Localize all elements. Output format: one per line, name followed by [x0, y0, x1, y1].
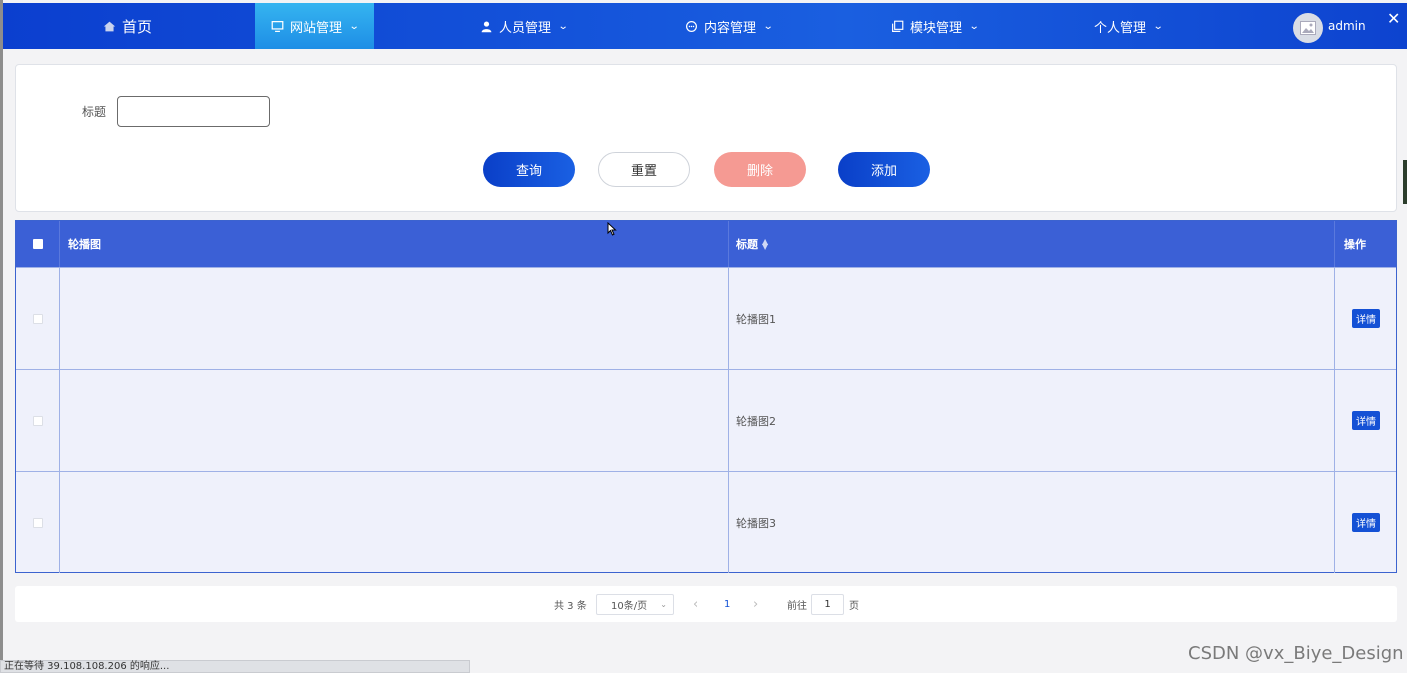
table-header: 轮播图 标题 ▲ ▼ 操作 [16, 221, 1396, 267]
nav-staff-management[interactable]: 人员管理 ⌄ [480, 3, 569, 49]
row-image-cell [59, 370, 728, 471]
row-checkbox-cell [16, 370, 59, 471]
user-icon [481, 20, 492, 32]
header-checkbox-cell [16, 221, 59, 267]
query-button[interactable]: 查询 [483, 152, 575, 187]
total-count: 共 3 条 [554, 600, 587, 612]
row-operation-cell: 详情 [1334, 472, 1397, 573]
row-image-cell [59, 472, 728, 573]
nav-content-management[interactable]: 内容管理 ⌄ [685, 3, 774, 49]
delete-button[interactable]: 删除 [714, 152, 806, 187]
nav-site-management-label: 网站管理 [290, 20, 343, 36]
nav-staff-management-label: 人员管理 [499, 20, 552, 36]
row-checkbox[interactable] [32, 313, 43, 324]
header-title[interactable]: 标题 ▲ ▼ [728, 221, 1334, 267]
copy-icon [892, 20, 904, 32]
row-image-cell [59, 268, 728, 369]
close-icon[interactable]: ✕ [1387, 9, 1400, 28]
row-checkbox[interactable] [32, 517, 43, 528]
browser-status-bar: 正在等待 39.108.108.206 的响应... [0, 660, 470, 673]
watermark: CSDN @vx_Biye_Design [1188, 643, 1404, 664]
detail-button[interactable]: 详情 [1352, 411, 1380, 430]
title-search-input[interactable] [117, 96, 270, 127]
row-title: 轮播图2 [728, 370, 1334, 471]
reset-button[interactable]: 重置 [598, 152, 690, 187]
home-icon [103, 21, 116, 31]
nav-module-management[interactable]: 模块管理 ⌄ [891, 3, 980, 49]
header-title-label: 标题 [736, 238, 758, 251]
row-operation-cell: 详情 [1334, 370, 1397, 471]
title-label: 标题 [82, 105, 107, 119]
table-row: 轮播图1 详情 [16, 267, 1396, 369]
row-checkbox-cell [16, 472, 59, 573]
nav-home[interactable]: 首页 [103, 3, 152, 49]
pagination: 共 3 条 10条/页 ⌄ ‹ 1 › 前往 1 页 [15, 586, 1397, 622]
window-edge [0, 0, 3, 673]
row-title: 轮播图1 [728, 268, 1334, 369]
top-navigation: 首页 网站管理 ⌄ 人员管理 ⌄ 内容管理 ⌄ 模块管理 ⌄ 个人管理 ⌄ ad… [3, 3, 1407, 49]
avatar[interactable] [1293, 13, 1323, 43]
row-checkbox-cell [16, 268, 59, 369]
image-icon [1300, 21, 1316, 35]
goto-label: 前往 [787, 600, 807, 612]
chevron-down-icon: ⌄ [348, 20, 360, 32]
row-checkbox[interactable] [32, 415, 43, 426]
goto-suffix: 页 [849, 600, 859, 612]
chevron-down-icon: ⌄ [1152, 20, 1164, 32]
nav-personal-management-label: 个人管理 [1094, 20, 1147, 36]
chevron-down-icon: ⌄ [968, 20, 980, 32]
prev-page-button[interactable]: ‹ [693, 586, 698, 622]
page-number-current[interactable]: 1 [724, 586, 730, 622]
row-title: 轮播图3 [728, 472, 1334, 573]
scrollbar[interactable] [1403, 160, 1407, 204]
carousel-table: 轮播图 标题 ▲ ▼ 操作 轮播图1 详情 轮播图2 详情 轮播图3 详情 [15, 220, 1397, 573]
nav-home-label: 首页 [122, 17, 153, 36]
select-all-checkbox[interactable] [32, 239, 43, 249]
detail-button[interactable]: 详情 [1352, 513, 1380, 532]
header-image: 轮播图 [59, 221, 728, 267]
chevron-down-icon: ⌄ [762, 20, 774, 32]
nav-personal-management[interactable]: 个人管理 ⌄ [1094, 3, 1164, 49]
table-row: 轮播图3 详情 [16, 471, 1396, 573]
page-size-value: 10条/页 [611, 601, 648, 612]
add-button[interactable]: 添加 [838, 152, 930, 187]
goto-page-input[interactable]: 1 [811, 594, 844, 615]
nav-site-management[interactable]: 网站管理 ⌄ [255, 3, 375, 49]
username[interactable]: admin [1328, 3, 1366, 49]
search-panel: 标题 查询 重置 删除 添加 [15, 64, 1397, 212]
detail-button[interactable]: 详情 [1352, 309, 1380, 328]
nav-module-management-label: 模块管理 [910, 20, 963, 36]
header-operation: 操作 [1334, 221, 1397, 267]
page-size-select[interactable]: 10条/页 ⌄ [596, 594, 674, 615]
monitor-icon [271, 20, 284, 32]
next-page-button[interactable]: › [753, 586, 758, 622]
chat-icon [686, 20, 697, 32]
table-row: 轮播图2 详情 [16, 369, 1396, 471]
nav-content-management-label: 内容管理 [704, 20, 757, 36]
sort-icon[interactable]: ▲ ▼ [762, 238, 768, 251]
row-operation-cell: 详情 [1334, 268, 1397, 369]
chevron-down-icon: ⌄ [660, 600, 667, 609]
chevron-down-icon: ⌄ [557, 20, 569, 32]
mouse-cursor-icon [607, 222, 617, 236]
